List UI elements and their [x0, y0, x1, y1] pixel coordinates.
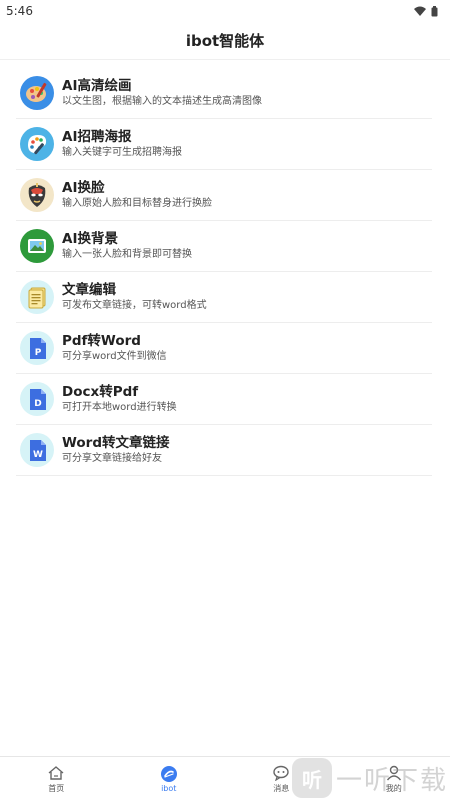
tool-item-ai-poster[interactable]: AI招聘海报 输入关键字可生成招聘海报	[16, 119, 432, 170]
tab-home[interactable]: 首页	[0, 757, 113, 800]
status-time: 5:46	[6, 4, 33, 18]
palette-brush-icon	[20, 127, 54, 161]
tool-item-word-to-link[interactable]: W Word转文章链接 可分享文章链接给好友	[16, 425, 432, 476]
tool-title: Docx转Pdf	[62, 384, 139, 400]
document-edit-icon	[20, 280, 54, 314]
tab-label: 消息	[273, 783, 290, 793]
ibot-icon	[160, 765, 178, 783]
tool-item-article-edit[interactable]: 文章编辑 可发布文章链接，可转word格式	[16, 272, 432, 323]
tool-title: AI换背景	[62, 231, 118, 247]
bottom-tab-bar: 首页 ibot 消息 我的	[0, 756, 450, 800]
tool-item-ai-face-swap[interactable]: AI换脸 输入原始人脸和目标替身进行换脸	[16, 170, 432, 221]
tab-label: ibot	[161, 783, 177, 793]
message-icon	[272, 764, 290, 782]
tool-desc: 输入原始人脸和目标替身进行换脸	[62, 198, 212, 209]
tool-desc: 以文生图，根据输入的文本描述生成高清图像	[62, 96, 262, 107]
svg-text:D: D	[34, 399, 41, 409]
tool-title: Pdf转Word	[62, 333, 141, 349]
tab-label: 首页	[48, 783, 65, 793]
file-d-icon: D	[20, 382, 54, 416]
tab-messages[interactable]: 消息	[225, 757, 338, 800]
tool-title: AI高清绘画	[62, 78, 132, 94]
svg-text:W: W	[33, 450, 43, 460]
tool-title: Word转文章链接	[62, 435, 170, 451]
tool-title: AI换脸	[62, 180, 105, 196]
svg-text:P: P	[35, 348, 42, 358]
tool-desc: 可发布文章链接，可转word格式	[62, 300, 207, 311]
tool-item-pdf-to-word[interactable]: P Pdf转Word 可分享word文件到微信	[16, 323, 432, 374]
home-icon	[47, 764, 65, 782]
file-w-icon: W	[20, 433, 54, 467]
tool-desc: 可分享word文件到微信	[62, 351, 167, 362]
battery-icon	[431, 5, 438, 16]
page-title: ibot智能体	[185, 32, 265, 50]
tab-ibot[interactable]: ibot	[113, 757, 226, 800]
wifi-icon	[414, 6, 426, 16]
tool-item-docx-to-pdf[interactable]: D Docx转Pdf 可打开本地word进行转换	[16, 374, 432, 425]
tool-title: 文章编辑	[62, 282, 116, 298]
tool-desc: 输入一张人脸和背景即可替换	[62, 249, 192, 260]
tool-title: AI招聘海报	[62, 129, 132, 145]
tool-item-ai-background[interactable]: AI换背景 输入一张人脸和背景即可替换	[16, 221, 432, 272]
file-p-icon: P	[20, 331, 54, 365]
tool-desc: 可分享文章链接给好友	[62, 453, 162, 464]
user-icon	[385, 764, 403, 782]
status-bar: 5:46	[0, 0, 450, 22]
opera-mask-icon	[20, 178, 54, 212]
tool-desc: 输入关键字可生成招聘海报	[62, 147, 182, 158]
tool-desc: 可打开本地word进行转换	[62, 402, 177, 413]
painting-palette-icon	[20, 76, 54, 110]
status-icons	[414, 5, 438, 17]
tool-list: AI高清绘画 以文生图，根据输入的文本描述生成高清图像 AI招聘海报 输入关键字…	[0, 60, 450, 476]
tool-item-ai-painting[interactable]: AI高清绘画 以文生图，根据输入的文本描述生成高清图像	[16, 68, 432, 119]
app-header: ibot智能体	[0, 22, 450, 60]
tab-profile[interactable]: 我的	[338, 757, 450, 800]
tab-label: 我的	[385, 783, 402, 793]
landscape-image-icon	[20, 229, 54, 263]
